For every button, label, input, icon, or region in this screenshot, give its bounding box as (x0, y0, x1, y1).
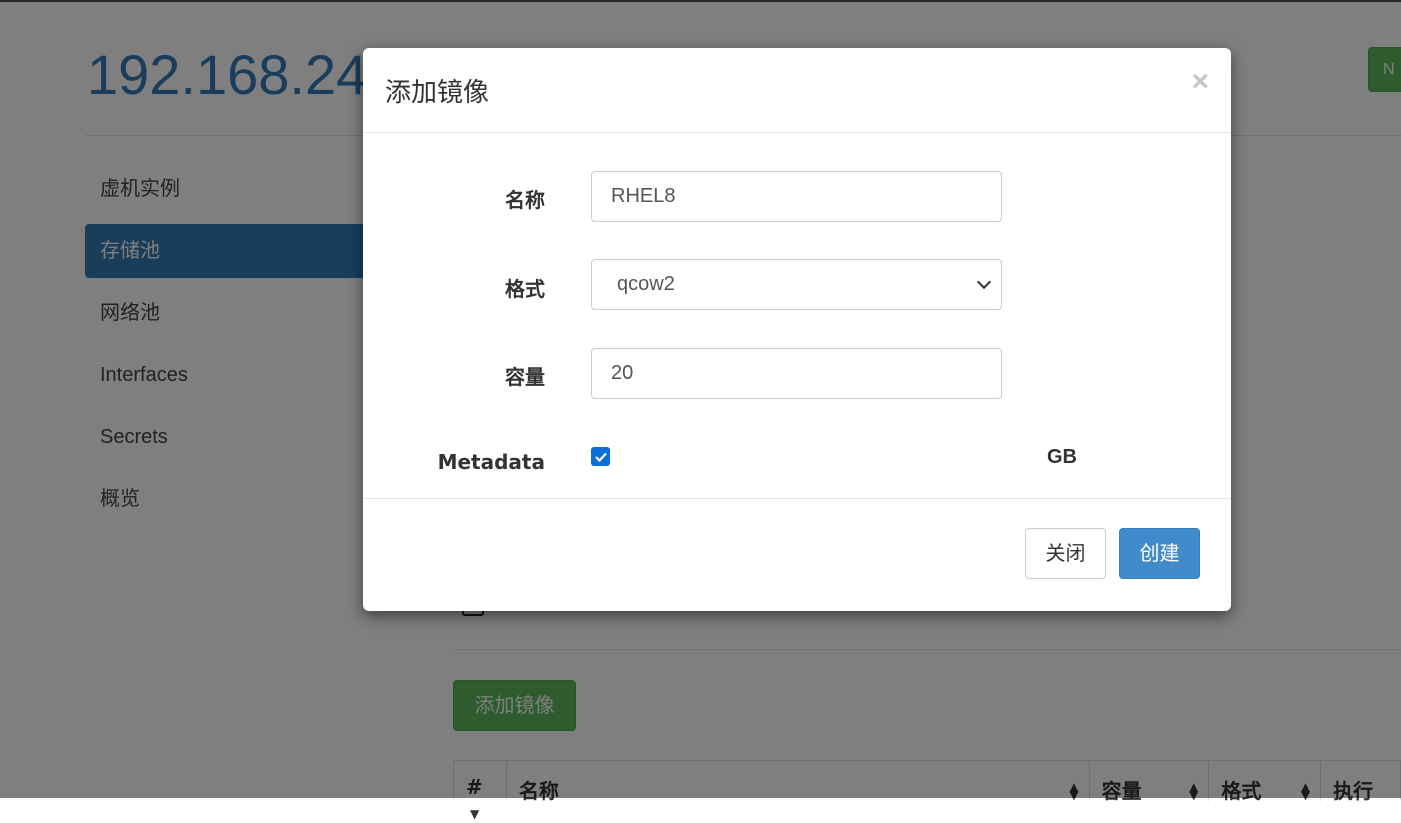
name-label: 名称 (505, 188, 545, 212)
check-icon (594, 452, 607, 462)
format-select[interactable]: qcow2 (591, 259, 1002, 310)
format-selected-value: qcow2 (617, 273, 675, 295)
sort-desc-icon: ▼ (470, 807, 480, 821)
dialog-footer: 关闭 创建 (363, 499, 1231, 609)
close-icon[interactable]: × (1191, 64, 1209, 100)
dialog-body: 名称 格式 qcow2 容量 GB Metadata (363, 133, 1231, 499)
close-button[interactable]: 关闭 (1025, 528, 1106, 579)
capacity-unit: GB (1047, 446, 1077, 468)
add-image-dialog: 添加镜像 × 名称 格式 qcow2 容量 GB Metadata 关闭 创建 (363, 48, 1231, 611)
dialog-header: 添加镜像 × (363, 48, 1231, 133)
dialog-title: 添加镜像 (385, 78, 490, 108)
create-button[interactable]: 创建 (1119, 528, 1200, 579)
capacity-input[interactable] (591, 348, 1002, 399)
format-label: 格式 (505, 277, 545, 301)
metadata-label: Metadata (437, 450, 545, 474)
capacity-label: 容量 (505, 365, 545, 389)
chevron-down-icon (976, 274, 992, 289)
name-input[interactable] (591, 171, 1002, 222)
metadata-checkbox[interactable] (591, 447, 610, 466)
